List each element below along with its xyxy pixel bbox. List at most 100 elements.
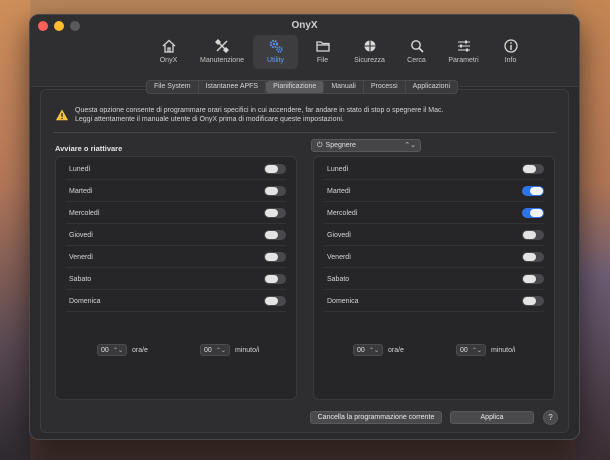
right-schedule-panel: Lunedì Martedì Mercoledì Giovedì Venerdì… — [313, 156, 555, 400]
day-label: Martedì — [69, 187, 93, 195]
day-row: Martedì — [56, 180, 296, 202]
hour-stepper[interactable]: 00 ⌃⌄ — [97, 344, 127, 356]
stepper-arrows-icon: ⌃⌄ — [368, 347, 379, 354]
toolbar-item-utility[interactable]: Utility — [253, 35, 298, 69]
toolbar-item-file[interactable]: File — [300, 35, 345, 69]
home-icon — [162, 39, 175, 53]
toolbar-label: Parametri — [448, 57, 479, 64]
minute-stepper[interactable]: 00 ⌃⌄ — [199, 344, 230, 356]
minute-stepper[interactable]: 00 ⌃⌄ — [455, 344, 486, 356]
stepper-arrows-icon: ⌃⌄ — [112, 347, 123, 354]
toolbar-label: OnyX — [159, 57, 178, 64]
toolbar-item-info[interactable]: Info — [488, 35, 533, 69]
toolbar-item-sicurezza[interactable]: Sicurezza — [347, 35, 392, 69]
tab-manuali[interactable]: Manuali — [324, 81, 364, 93]
day-row: Mercoledì — [314, 202, 554, 224]
day-toggle-venerdi[interactable] — [264, 252, 286, 262]
power-icon: ⏻ — [317, 141, 323, 149]
toolbar-item-onyx[interactable]: OnyX — [146, 35, 191, 69]
day-label: Mercoledì — [327, 209, 358, 217]
titlebar: OnyX OnyX Manutenzione Utility File Sicu… — [30, 15, 579, 87]
toolbar-label: Sicurezza — [354, 57, 385, 64]
day-row: Lunedì — [314, 158, 554, 180]
day-label: Giovedì — [69, 231, 94, 239]
day-row: Sabato — [314, 268, 554, 290]
day-row: Martedì — [314, 180, 554, 202]
sliders-icon — [457, 40, 470, 52]
day-row: Giovedì — [56, 224, 296, 246]
hour-value: 00 — [101, 346, 109, 354]
toolbar-item-parametri[interactable]: Parametri — [441, 35, 486, 69]
tab-bar: File System Istantanee APFS Pianificazio… — [146, 80, 459, 94]
main-content: Questa opzione consente di programmare o… — [40, 89, 569, 433]
day-toggle-domenica[interactable] — [264, 296, 286, 306]
day-toggle-martedi[interactable] — [264, 186, 286, 196]
toolbar-label: Cerca — [407, 57, 426, 64]
day-label: Sabato — [69, 275, 92, 283]
tab-processi[interactable]: Processi — [364, 81, 406, 93]
day-label: Lunedì — [327, 165, 349, 173]
day-label: Lunedì — [69, 165, 91, 173]
day-toggle-sabato[interactable] — [264, 274, 286, 284]
toolbar-label: Utility — [266, 57, 285, 64]
minute-unit: minuto/i — [234, 346, 260, 354]
action-dropdown[interactable]: ⏻ Spegnere ⌃⌄ — [311, 139, 421, 152]
day-label: Martedì — [327, 187, 351, 195]
day-toggle-sabato[interactable] — [522, 274, 544, 284]
tab-pianificazione[interactable]: Pianificazione — [266, 81, 325, 93]
apply-button[interactable]: Applica — [450, 411, 534, 424]
day-row: Sabato — [56, 268, 296, 290]
day-toggle-martedi[interactable] — [522, 186, 544, 196]
minute-value: 00 — [459, 346, 468, 354]
shield-icon — [364, 40, 375, 52]
hour-value: 00 — [357, 346, 365, 354]
help-button[interactable]: ? — [543, 410, 558, 425]
toolbar-item-cerca[interactable]: Cerca — [394, 35, 439, 69]
cancel-schedule-button[interactable]: Cancella la programmazione corrente — [310, 411, 442, 424]
day-label: Domenica — [327, 297, 359, 305]
day-toggle-lunedi[interactable] — [522, 164, 544, 174]
divider — [53, 132, 556, 133]
gears-icon — [269, 39, 283, 53]
chevron-updown-icon: ⌃⌄ — [404, 142, 416, 149]
hour-unit: ora/e — [132, 346, 148, 354]
desktop-wallpaper-left — [0, 0, 30, 460]
toolbar-label: File — [316, 57, 329, 64]
toolbar-label: Info — [504, 57, 517, 64]
left-panel-title: Avviare o riattivare — [55, 144, 123, 153]
day-row: Domenica — [56, 290, 296, 312]
tab-file-system[interactable]: File System — [147, 81, 199, 93]
tools-icon — [215, 39, 229, 53]
day-toggle-mercoledi[interactable] — [522, 208, 544, 218]
day-toggle-giovedi[interactable] — [522, 230, 544, 240]
stepper-arrows-icon: ⌃⌄ — [215, 347, 226, 354]
hour-stepper[interactable]: 00 ⌃⌄ — [353, 344, 383, 356]
day-row: Venerdì — [56, 246, 296, 268]
search-icon — [410, 40, 424, 53]
day-toggle-venerdi[interactable] — [522, 252, 544, 262]
tab-applicazioni[interactable]: Applicazioni — [406, 81, 457, 93]
day-label: Domenica — [69, 297, 101, 305]
day-toggle-mercoledi[interactable] — [264, 208, 286, 218]
day-toggle-domenica[interactable] — [522, 296, 544, 306]
day-toggle-lunedi[interactable] — [264, 164, 286, 174]
day-label: Giovedì — [327, 231, 352, 239]
day-row: Venerdì — [314, 246, 554, 268]
day-toggle-giovedi[interactable] — [264, 230, 286, 240]
day-row: Mercoledì — [56, 202, 296, 224]
desktop-wallpaper-right — [575, 0, 610, 460]
minute-value: 00 — [203, 346, 212, 354]
day-label: Venerdì — [327, 253, 352, 261]
dropdown-value: Spegnere — [325, 142, 356, 149]
tab-istantanee-apfs[interactable]: Istantanee APFS — [199, 81, 267, 93]
warning-line-2: Leggi attentamente il manuale utente di … — [75, 116, 344, 123]
folder-icon — [315, 41, 330, 52]
warning-message: Questa opzione consente di programmare o… — [55, 106, 475, 124]
toolbar-item-manutenzione[interactable]: Manutenzione — [193, 35, 251, 69]
day-row: Giovedì — [314, 224, 554, 246]
onyx-window: OnyX OnyX Manutenzione Utility File Sicu… — [29, 14, 580, 440]
day-label: Venerdì — [69, 253, 94, 261]
left-time-row: 00 ⌃⌄ ora/e 00 ⌃⌄ minuto/i — [97, 344, 259, 356]
toolbar: OnyX Manutenzione Utility File Sicurezza… — [146, 35, 535, 69]
right-time-row: 00 ⌃⌄ ora/e 00 ⌃⌄ minuto/i — [353, 344, 515, 356]
